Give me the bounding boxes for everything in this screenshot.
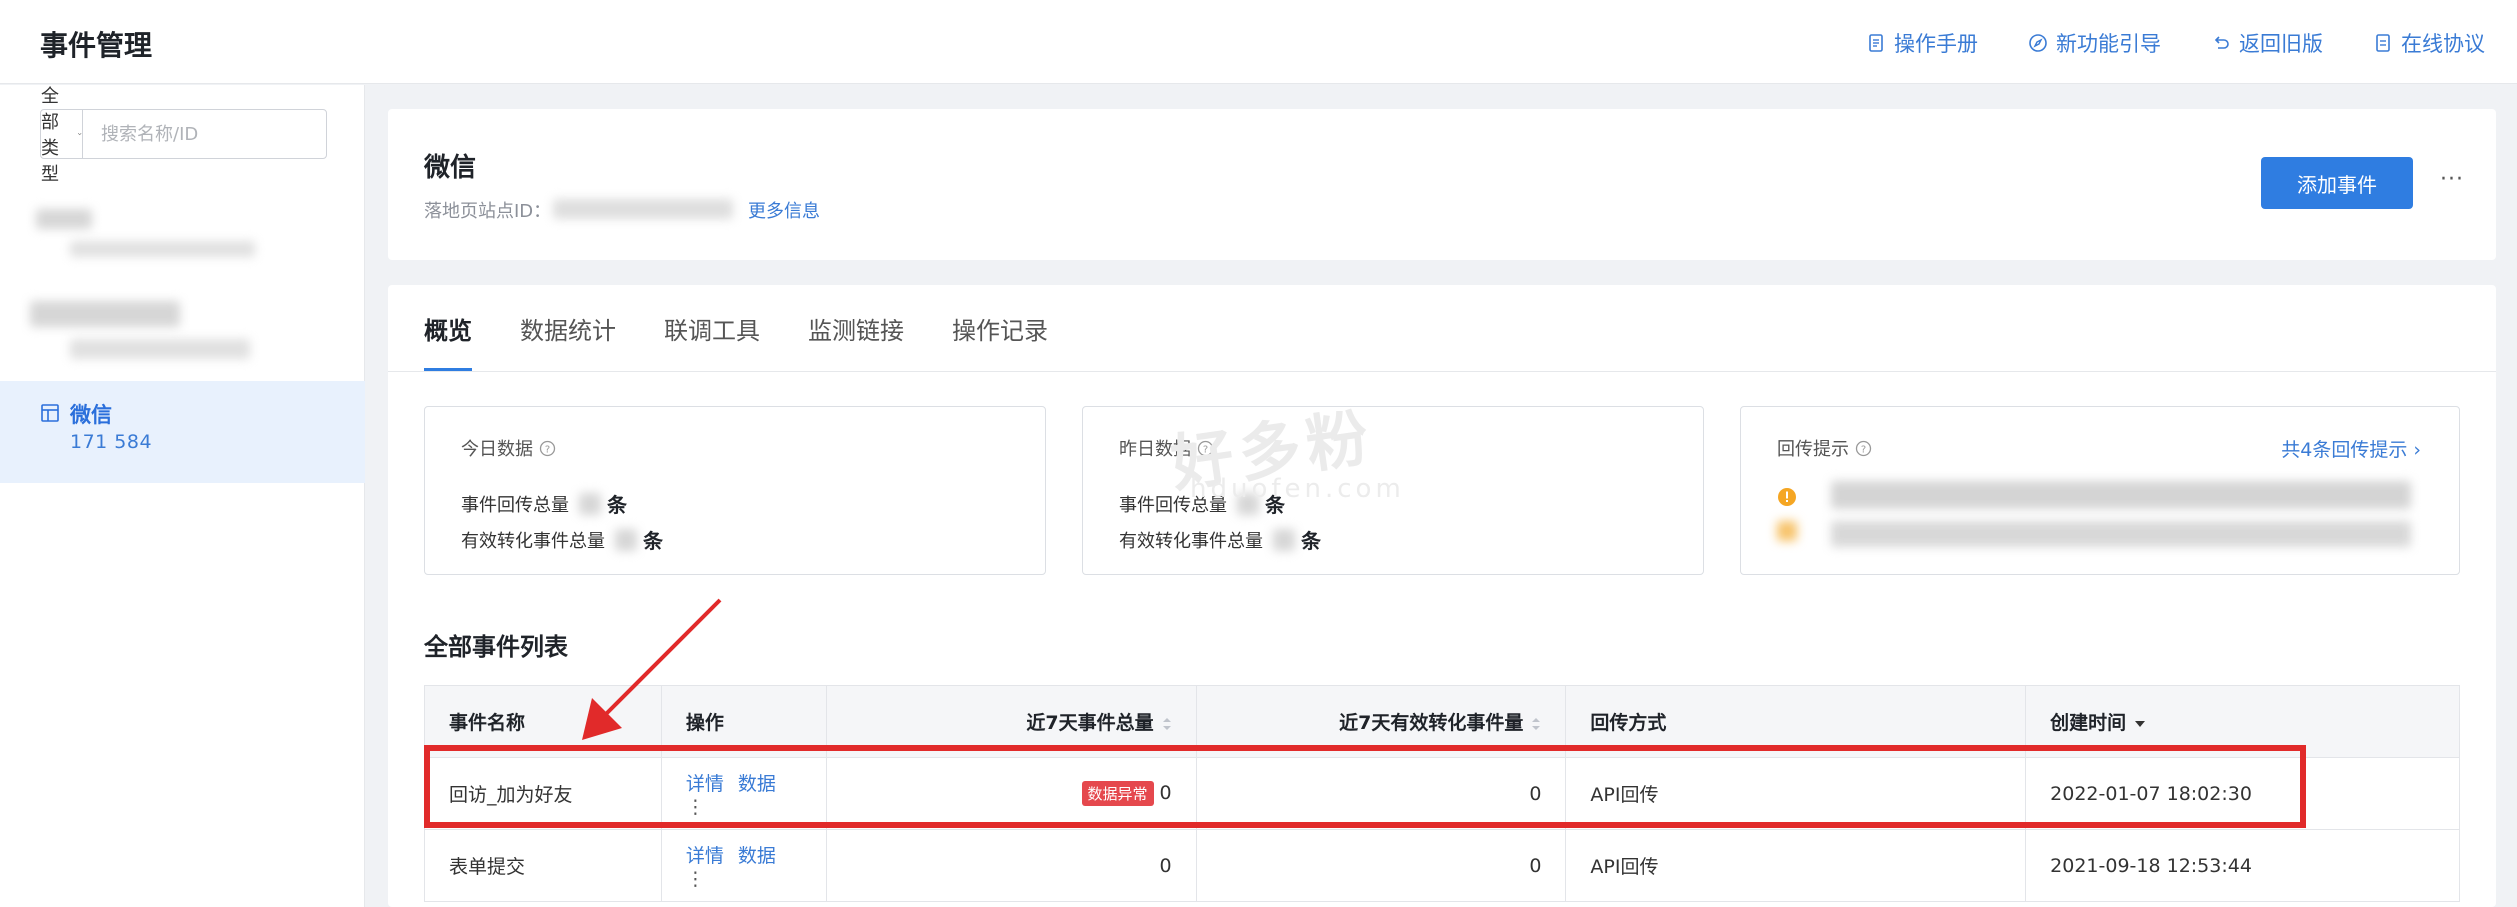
data-link[interactable]: 数据 [738, 845, 776, 867]
today-valid-row: 有效转化事件总量 条 [461, 525, 663, 554]
svg-text:?: ? [1861, 444, 1866, 455]
all-hints-link[interactable]: 共4条回传提示 › [2281, 435, 2421, 462]
redacted-site-id [553, 199, 733, 219]
old-version-link[interactable]: 返回旧版 [2211, 28, 2323, 58]
site-id-label: 落地页站点ID： [424, 201, 552, 222]
layout-icon [41, 404, 59, 422]
manual-link-label: 操作手册 [1894, 32, 1978, 56]
callback-hints-card: 回传提示 ? 共4条回传提示 › [1740, 406, 2460, 575]
row-more-icon[interactable]: ⋮ [686, 868, 705, 890]
today-total-label: 事件回传总量 [461, 494, 569, 516]
tab-debug-tools[interactable]: 联调工具 [664, 285, 760, 371]
tab-operation-log[interactable]: 操作记录 [952, 285, 1048, 371]
today-stats-title: 今日数据 ? [461, 435, 556, 461]
sidebar-item-wechat[interactable]: 微信 171 584 [0, 381, 365, 483]
sidebar-item-wechat-id: 171 584 [70, 431, 153, 453]
header-links: 操作手册 新功能引导 返回旧版 在线协议 [1866, 28, 2485, 58]
page-title: 微信 [424, 153, 477, 183]
agreement-link[interactable]: 在线协议 [2373, 28, 2485, 58]
event-name: 表单提交 [424, 829, 662, 902]
redacted-value [615, 528, 637, 551]
yesterday-valid-row: 有效转化事件总量 条 [1119, 525, 1321, 554]
sidebar-item-wechat-name: 微信 [70, 403, 112, 427]
tab-monitor-links[interactable]: 监测链接 [808, 285, 904, 371]
column-header-created-label: 创建时间 [2050, 712, 2127, 734]
warning-icon-blurred [1777, 521, 1797, 541]
column-header-total7-label: 近7天事件总量 [1026, 712, 1154, 734]
sidebar: 全部类型 微信 171 584 [0, 85, 365, 907]
chevron-down-icon [77, 133, 82, 136]
tab-bar: 概览 数据统计 联调工具 监测链接 操作记录 [424, 285, 1048, 371]
redacted-text [30, 301, 180, 327]
event-created: 2021-09-18 12:53:44 [2025, 829, 2460, 902]
help-icon[interactable]: ? [1855, 440, 1872, 457]
old-version-link-label: 返回旧版 [2239, 32, 2323, 56]
today-valid-label: 有效转化事件总量 [461, 530, 605, 552]
event-actions: 详情 数据 ⋮ [661, 829, 827, 902]
today-stats-card: 今日数据 ? 事件回传总量 条 有效转化事件总量 条 [424, 406, 1046, 575]
search-input[interactable] [83, 110, 326, 158]
today-stats-title-text: 今日数据 [461, 439, 533, 460]
yesterday-valid-value: 条 [1301, 529, 1321, 553]
callback-hints-title-text: 回传提示 [1777, 439, 1849, 460]
add-event-button[interactable]: 添加事件 [2261, 157, 2413, 209]
type-select-label: 全部类型 [41, 86, 59, 185]
sort-icon[interactable] [1162, 716, 1172, 732]
compass-icon [2029, 34, 2047, 52]
event-valid7: 0 [1196, 829, 1567, 902]
today-total-value: 条 [607, 493, 627, 517]
more-options-button[interactable]: ··· [2440, 167, 2464, 192]
svg-text:?: ? [545, 444, 550, 455]
sidebar-filter: 全部类型 [40, 86, 327, 185]
document-icon [1869, 34, 1883, 52]
tab-overview[interactable]: 概览 [424, 285, 472, 371]
tab-statistics[interactable]: 数据统计 [520, 285, 616, 371]
tabs-divider [388, 371, 2496, 372]
yesterday-valid-label: 有效转化事件总量 [1119, 530, 1263, 552]
agreement-link-label: 在线协议 [2401, 32, 2485, 56]
today-valid-value: 条 [643, 529, 663, 553]
redacted-hint-text [1831, 481, 2411, 509]
event-total7: 0 [826, 829, 1197, 902]
events-table-title: 全部事件列表 [424, 633, 568, 661]
table-row: 表单提交 详情 数据 ⋮ 0 0 API回传 2021-09-18 12:53:44 [424, 829, 2460, 902]
sidebar-item-redacted-1[interactable] [0, 185, 365, 275]
redacted-value [579, 492, 601, 515]
manual-link[interactable]: 操作手册 [1866, 28, 1978, 58]
highlight-box-annotation [424, 745, 2306, 828]
column-header-valid7-label: 近7天有效转化事件量 [1339, 712, 1524, 734]
new-feature-link-label: 新功能引导 [2056, 32, 2161, 56]
redacted-text [70, 241, 255, 257]
type-select[interactable]: 全部类型 [41, 86, 83, 185]
detail-link[interactable]: 详情 [686, 845, 724, 867]
file-icon [2376, 34, 2390, 52]
event-method: API回传 [1565, 829, 2027, 902]
app-title: 事件管理 [40, 29, 153, 62]
more-info-link[interactable]: 更多信息 [748, 197, 820, 223]
top-bar: 事件管理 操作手册 新功能引导 返回旧版 在线协议 [0, 0, 2517, 84]
sort-desc-icon[interactable] [2134, 719, 2146, 729]
warning-icon [1778, 488, 1796, 506]
new-feature-link[interactable]: 新功能引导 [2028, 28, 2161, 58]
redacted-value [1273, 528, 1295, 551]
undo-icon [2214, 36, 2229, 49]
redacted-text [70, 339, 250, 359]
arrow-annotation-icon [582, 598, 722, 740]
watermark-sub: hduofen.com [1190, 474, 1405, 504]
help-icon[interactable]: ? [539, 440, 556, 457]
sort-icon[interactable] [1531, 716, 1541, 732]
page-header-card: 微信 落地页站点ID： 更多信息 添加事件 ··· [388, 109, 2496, 260]
redacted-hint-text [1831, 521, 2411, 547]
today-total-row: 事件回传总量 条 [461, 489, 627, 518]
redacted-text [36, 209, 92, 229]
sidebar-item-redacted-2[interactable] [0, 281, 365, 381]
callback-hints-title: 回传提示 ? [1777, 435, 1872, 461]
